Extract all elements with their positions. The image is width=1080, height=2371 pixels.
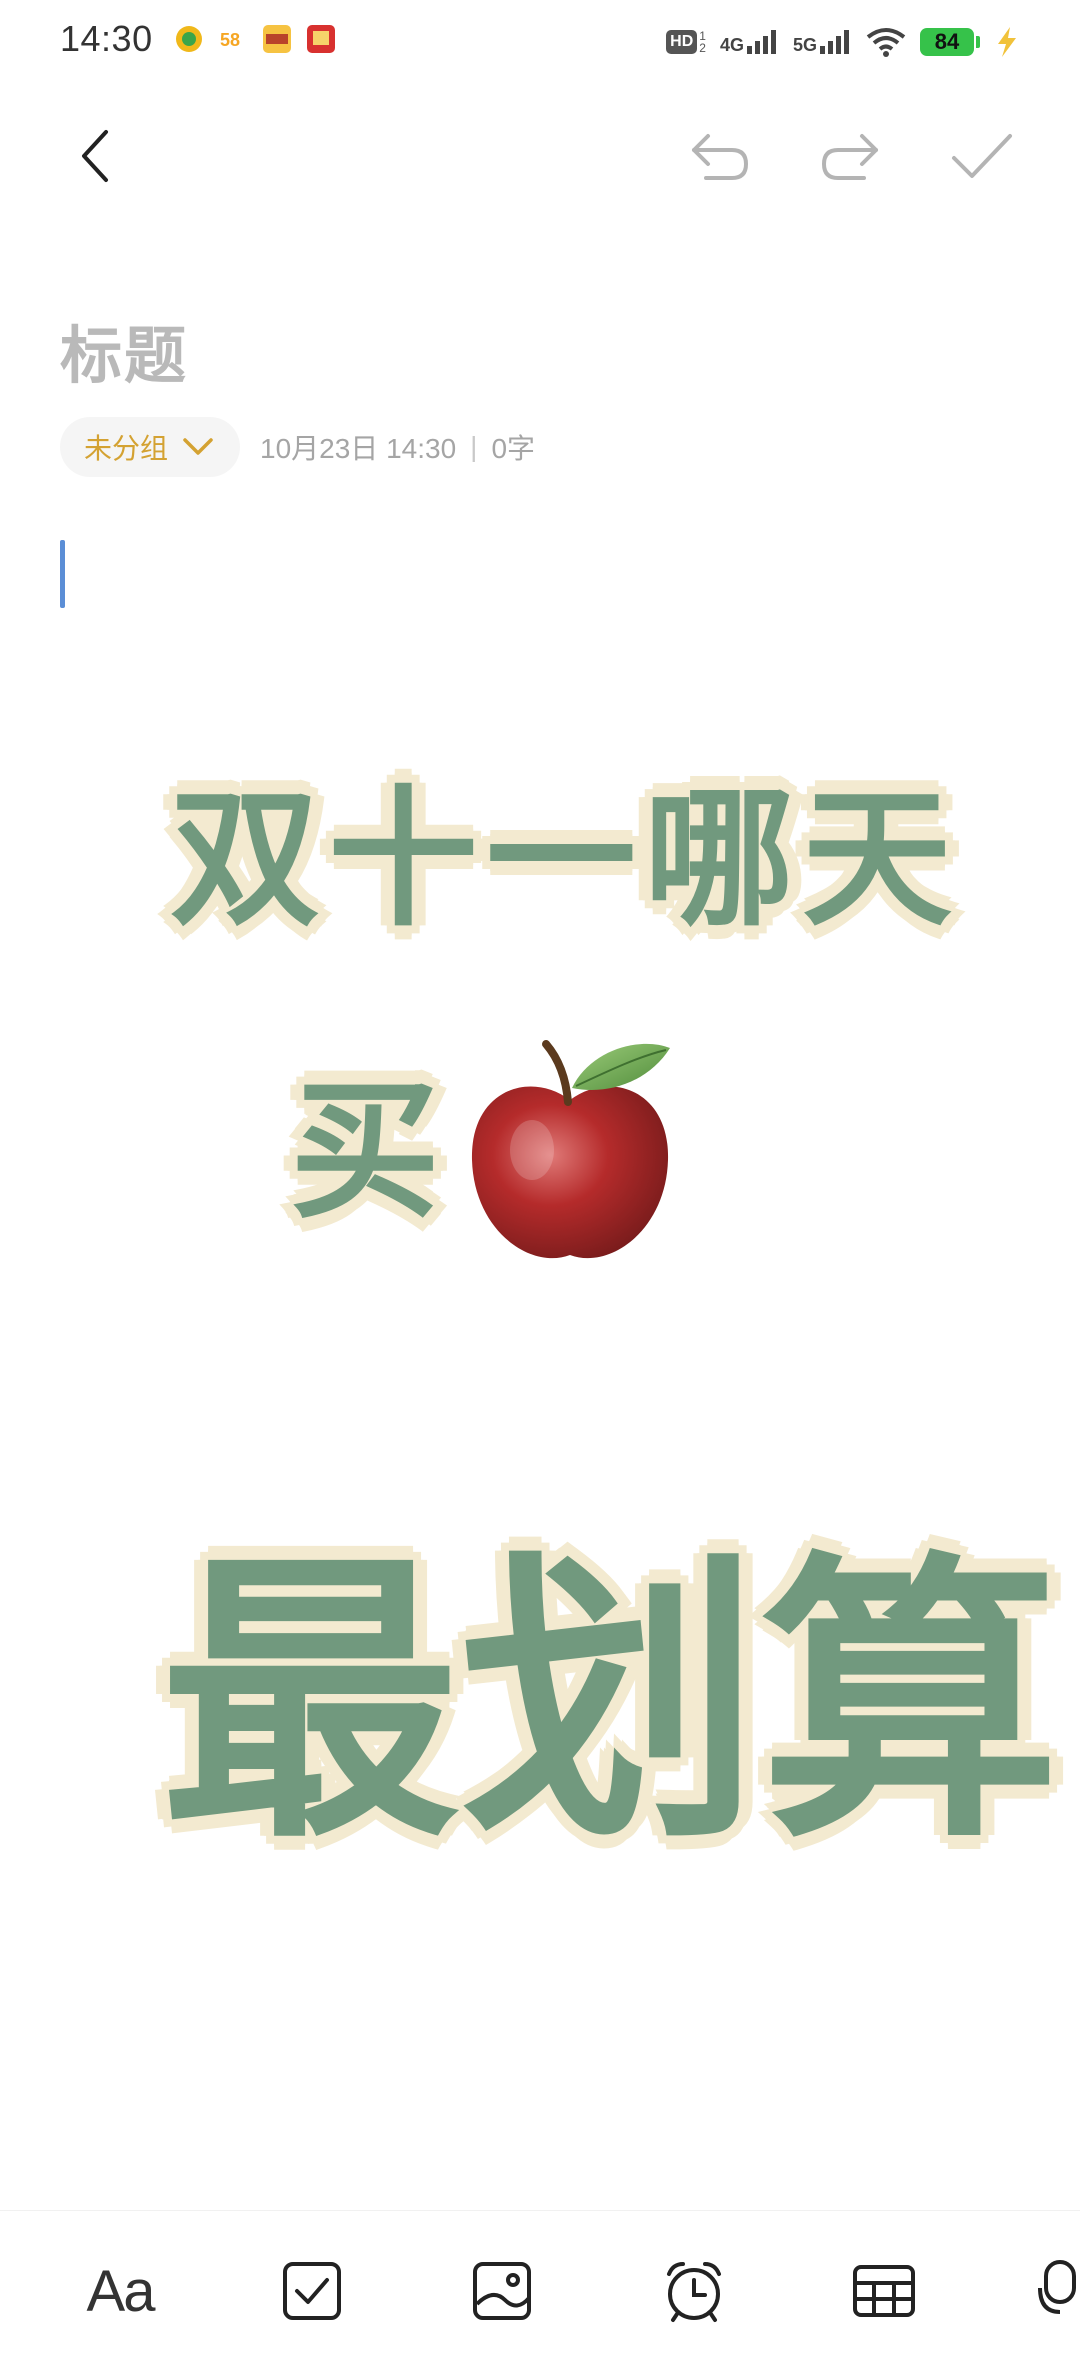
charging-icon (998, 27, 1016, 57)
group-label: 未分组 (84, 433, 169, 464)
redo-button[interactable] (814, 120, 886, 192)
signal-5g: 5G (793, 30, 852, 54)
undo-icon (692, 134, 749, 180)
undo-button[interactable] (684, 120, 756, 192)
battery-indicator: 84 (920, 28, 980, 56)
chevron-down-icon (183, 438, 213, 455)
alarm-icon (667, 2262, 721, 2322)
meituan-app-icon (263, 25, 291, 53)
svg-text:58: 58 (220, 30, 240, 50)
confirm-button[interactable] (946, 120, 1018, 192)
formatting-bar: Aa (0, 2210, 1080, 2371)
text-style-button[interactable]: Aa (80, 2251, 160, 2331)
hd-indicator: HD 12 (666, 30, 706, 54)
redo-icon (821, 134, 878, 180)
note-meta-info: 10月23日 14:30 | 0字 (260, 427, 535, 467)
apple-emoji-icon (471, 1040, 670, 1259)
back-icon (82, 130, 108, 182)
taobao-app-icon (307, 25, 335, 53)
back-button[interactable] (60, 120, 132, 192)
poster-line-2: 买 (290, 1065, 441, 1239)
group-selector[interactable]: 未分组 (60, 417, 241, 477)
meta-separator: | (470, 431, 478, 462)
editor-toolbar (0, 100, 1080, 210)
table-icon (853, 2265, 915, 2317)
lottery-app-icon (176, 26, 202, 52)
check-icon (952, 134, 1012, 178)
text-style-icon: Aa (86, 2258, 156, 2324)
checklist-icon (283, 2262, 341, 2320)
status-indicators: HD 12 4G 5G 84 (666, 20, 1020, 64)
signal-5g-icon (820, 30, 849, 54)
microphone-icon (1038, 2260, 1076, 2314)
voice-input-button[interactable] (1036, 2251, 1080, 2331)
signal-4g: 4G (720, 30, 779, 54)
wifi-icon (866, 28, 906, 57)
word-count: 0字 (491, 433, 536, 464)
reminder-button[interactable] (654, 2251, 734, 2331)
text-cursor (60, 540, 65, 608)
insert-table-button[interactable] (844, 2251, 924, 2331)
58-app-icon: 58 (220, 30, 240, 50)
status-time: 14:30 (60, 18, 153, 59)
note-date: 10月23日 14:30 (260, 433, 457, 464)
poster-line-3: 最划算 (160, 1529, 1060, 1878)
image-icon (473, 2262, 531, 2320)
checklist-button[interactable] (272, 2251, 352, 2331)
note-title-input[interactable]: 标题 (60, 305, 188, 395)
note-image[interactable]: 双十一哪天 买 最划算 (0, 700, 1080, 1878)
insert-image-button[interactable] (462, 2251, 542, 2331)
poster-line-1: 双十一哪天 (170, 773, 961, 947)
status-bar: 14:30 58 HD 12 4G 5G 84 (0, 0, 1080, 84)
signal-4g-icon (746, 30, 776, 54)
note-meta-row: 未分组 10月23日 14:30 | 0字 (60, 416, 535, 478)
